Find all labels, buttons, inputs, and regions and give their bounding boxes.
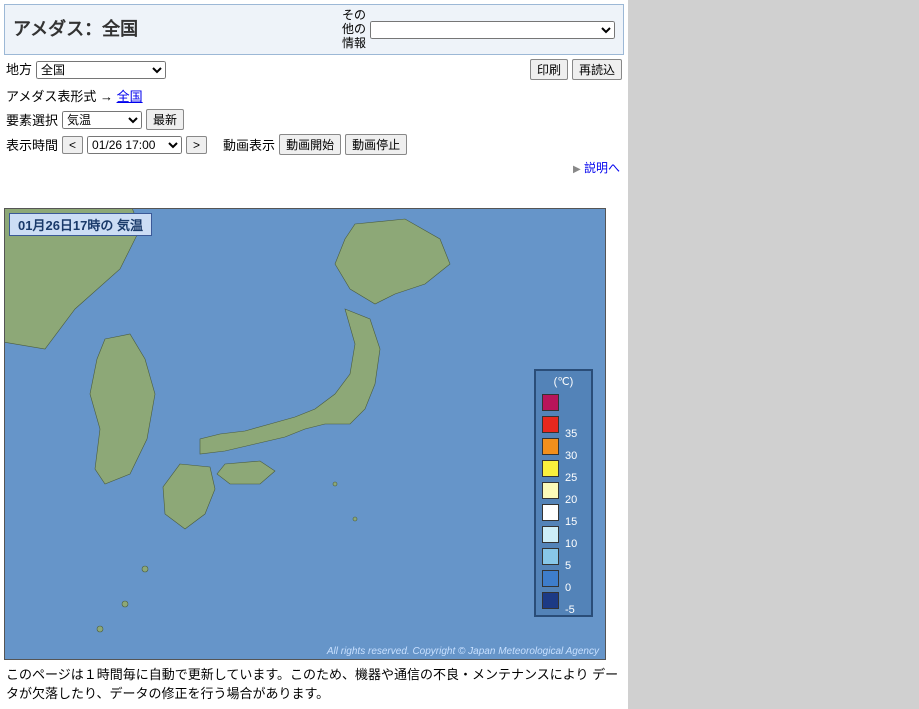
time-row: 表示時間 < 01/26 17:00 > 動画表示 動画開始 動画停止 bbox=[4, 132, 624, 157]
map-title: 01月26日17時の 気温 bbox=[9, 213, 152, 236]
legend-value: 5 bbox=[565, 560, 585, 572]
map-copyright: All rights reserved. Copyright © Japan M… bbox=[327, 646, 599, 657]
table-format-prefix: アメダス表形式 → bbox=[6, 89, 117, 104]
legend-value: 25 bbox=[565, 472, 585, 484]
footnote-text: このページは１時間毎に自動で更新しています。このため、機器や通信の不良・メンテナ… bbox=[4, 660, 624, 704]
legend-swatch bbox=[542, 570, 559, 587]
table-format-row: アメダス表形式 → 全国 bbox=[4, 84, 624, 107]
legend-swatch bbox=[542, 394, 559, 411]
animation-label: 動画表示 bbox=[223, 135, 275, 154]
region-select[interactable]: 全国 bbox=[36, 61, 166, 79]
element-select[interactable]: 気温 bbox=[62, 111, 142, 129]
legend-swatch bbox=[542, 438, 559, 455]
legend-swatch bbox=[542, 548, 559, 565]
triangle-icon: ▶ bbox=[573, 164, 581, 175]
other-info-label: その 他の 情報 bbox=[342, 9, 366, 50]
explain-link[interactable]: 説明へ bbox=[584, 161, 620, 175]
time-label: 表示時間 bbox=[6, 135, 58, 154]
legend-swatch bbox=[542, 526, 559, 543]
time-next-button[interactable]: > bbox=[186, 136, 207, 154]
legend-swatch bbox=[542, 416, 559, 433]
legend-value: 0 bbox=[565, 582, 585, 594]
legend-value: 10 bbox=[565, 538, 585, 550]
legend-row: 35 bbox=[542, 413, 585, 435]
print-button[interactable]: 印刷 bbox=[530, 59, 568, 80]
region-row: 地方 全国 印刷 再読込 bbox=[4, 55, 624, 84]
legend-swatch bbox=[542, 592, 559, 609]
element-label: 要素選択 bbox=[6, 110, 58, 129]
temperature-legend: (℃) 35 30 25 20 15 10 5 0 -5 bbox=[534, 369, 593, 617]
element-row: 要素選択 気温 最新 bbox=[4, 107, 624, 132]
region-label: 地方 bbox=[6, 59, 32, 78]
legend-value: 35 bbox=[565, 428, 585, 440]
legend-value: 20 bbox=[565, 494, 585, 506]
other-info-select[interactable] bbox=[370, 21, 615, 39]
other-info-section: その 他の 情報 bbox=[334, 5, 623, 54]
legend-row bbox=[542, 391, 585, 413]
time-prev-button[interactable]: < bbox=[62, 136, 83, 154]
legend-unit: (℃) bbox=[542, 375, 585, 388]
legend-swatch bbox=[542, 460, 559, 477]
japan-map bbox=[5, 209, 605, 659]
latest-button[interactable]: 最新 bbox=[146, 109, 184, 130]
legend-swatch bbox=[542, 482, 559, 499]
header-bar: アメダス：全国 その 他の 情報 bbox=[4, 4, 624, 55]
reload-button[interactable]: 再読込 bbox=[572, 59, 622, 80]
legend-value: -5 bbox=[565, 604, 585, 616]
map-container: 01月26日17時の 気温 (℃) 35 30 25 20 15 10 5 0 -5 bbox=[4, 208, 606, 660]
animation-start-button[interactable]: 動画開始 bbox=[279, 134, 341, 155]
explain-link-row: ▶ 説明へ bbox=[4, 157, 624, 178]
legend-value: 30 bbox=[565, 450, 585, 462]
table-format-link[interactable]: 全国 bbox=[117, 89, 143, 104]
animation-stop-button[interactable]: 動画停止 bbox=[345, 134, 407, 155]
legend-value: 15 bbox=[565, 516, 585, 528]
time-select[interactable]: 01/26 17:00 bbox=[87, 136, 182, 154]
legend-swatch bbox=[542, 504, 559, 521]
page-title: アメダス：全国 bbox=[5, 5, 334, 54]
